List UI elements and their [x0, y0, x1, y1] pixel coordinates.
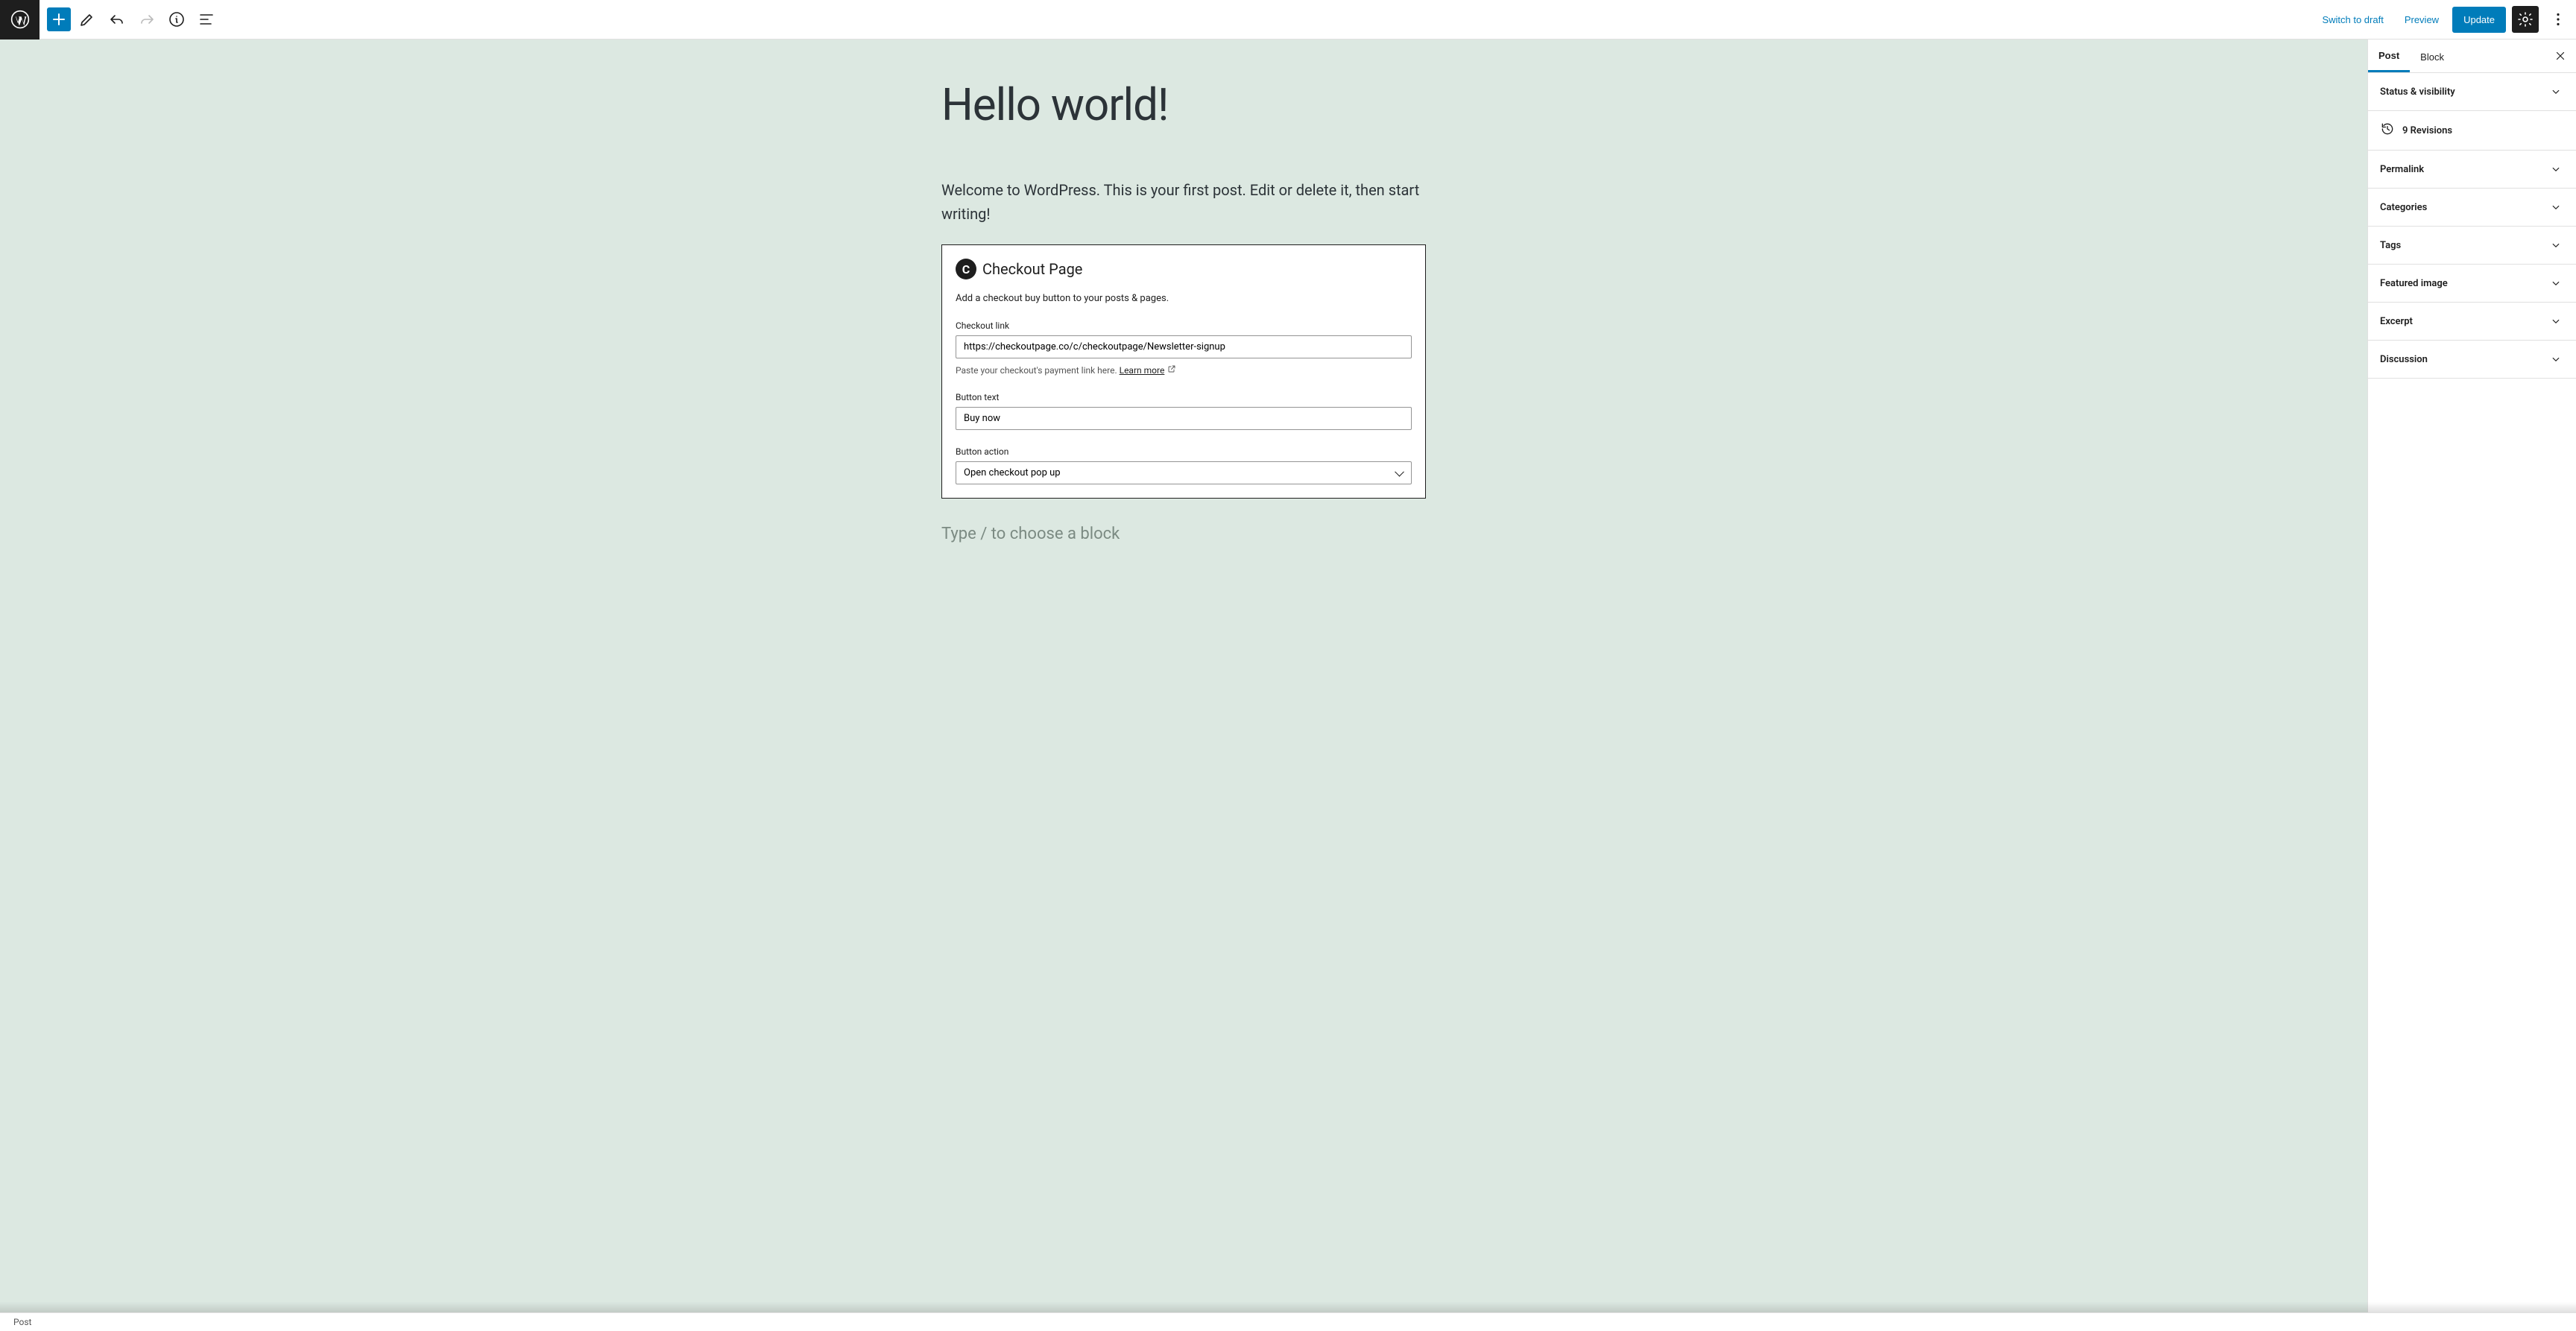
- preview-button[interactable]: Preview: [2397, 8, 2446, 31]
- settings-button[interactable]: [2512, 6, 2539, 33]
- block-appender[interactable]: Type / to choose a block: [941, 525, 1426, 543]
- button-action-label: Button action: [956, 446, 1412, 457]
- post-paragraph[interactable]: Welcome to WordPress. This is your first…: [941, 178, 1426, 226]
- chevron-down-icon: [2548, 275, 2564, 291]
- panel-featured-image[interactable]: Featured image: [2368, 265, 2576, 303]
- add-block-button[interactable]: [47, 7, 71, 31]
- wordpress-logo[interactable]: [0, 0, 40, 39]
- outline-button[interactable]: [193, 6, 220, 33]
- block-description: Add a checkout buy button to your posts …: [956, 293, 1412, 304]
- options-button[interactable]: [2545, 6, 2572, 33]
- chevron-down-icon: [2548, 83, 2564, 100]
- panel-tags[interactable]: Tags: [2368, 227, 2576, 265]
- tab-block[interactable]: Block: [2410, 41, 2455, 72]
- panel-permalink[interactable]: Permalink: [2368, 151, 2576, 189]
- checkout-link-help: Paste your checkout's payment link here.…: [956, 364, 1412, 376]
- chevron-down-icon: [2548, 161, 2564, 177]
- learn-more-link[interactable]: Learn more: [1120, 365, 1165, 376]
- panel-excerpt[interactable]: Excerpt: [2368, 303, 2576, 341]
- chevron-down-icon: [2548, 199, 2564, 215]
- close-sidebar-button[interactable]: [2549, 45, 2572, 67]
- button-action-select[interactable]: Open checkout pop up: [956, 461, 1412, 484]
- chevron-down-icon: [2548, 237, 2564, 253]
- post-title[interactable]: Hello world!: [941, 80, 1426, 130]
- edit-mode-button[interactable]: [74, 6, 101, 33]
- revisions-label: 9 Revisions: [2402, 125, 2452, 136]
- undo-button[interactable]: [104, 6, 130, 33]
- block-title: Checkout Page: [982, 260, 1082, 278]
- update-button[interactable]: Update: [2452, 7, 2506, 33]
- revisions-link[interactable]: 9 Revisions: [2368, 111, 2576, 151]
- checkout-page-icon: C: [956, 259, 976, 279]
- details-button[interactable]: [163, 6, 190, 33]
- checkout-link-label: Checkout link: [956, 320, 1412, 331]
- top-toolbar: Switch to draft Preview Update: [0, 0, 2576, 39]
- external-link-icon: [1167, 364, 1176, 376]
- redo-button[interactable]: [133, 6, 160, 33]
- history-icon: [2380, 121, 2395, 139]
- checkout-page-block[interactable]: C Checkout Page Add a checkout buy butto…: [941, 244, 1426, 499]
- checkout-link-input[interactable]: [956, 335, 1412, 358]
- chevron-down-icon: [2548, 313, 2564, 329]
- switch-to-draft-button[interactable]: Switch to draft: [2314, 8, 2390, 31]
- settings-sidebar: Post Block Status & visibility 9 Revisio…: [2367, 39, 2576, 1331]
- panel-status-visibility[interactable]: Status & visibility: [2368, 73, 2576, 111]
- button-text-input[interactable]: [956, 407, 1412, 430]
- panel-categories[interactable]: Categories: [2368, 189, 2576, 227]
- tab-post[interactable]: Post: [2368, 39, 2410, 72]
- status-bar: Post: [0, 1312, 2576, 1331]
- chevron-down-icon: [2548, 351, 2564, 367]
- panel-discussion[interactable]: Discussion: [2368, 341, 2576, 379]
- button-text-label: Button text: [956, 392, 1412, 402]
- breadcrumb[interactable]: Post: [13, 1317, 31, 1327]
- editor-canvas[interactable]: Hello world! Welcome to WordPress. This …: [0, 39, 2367, 1331]
